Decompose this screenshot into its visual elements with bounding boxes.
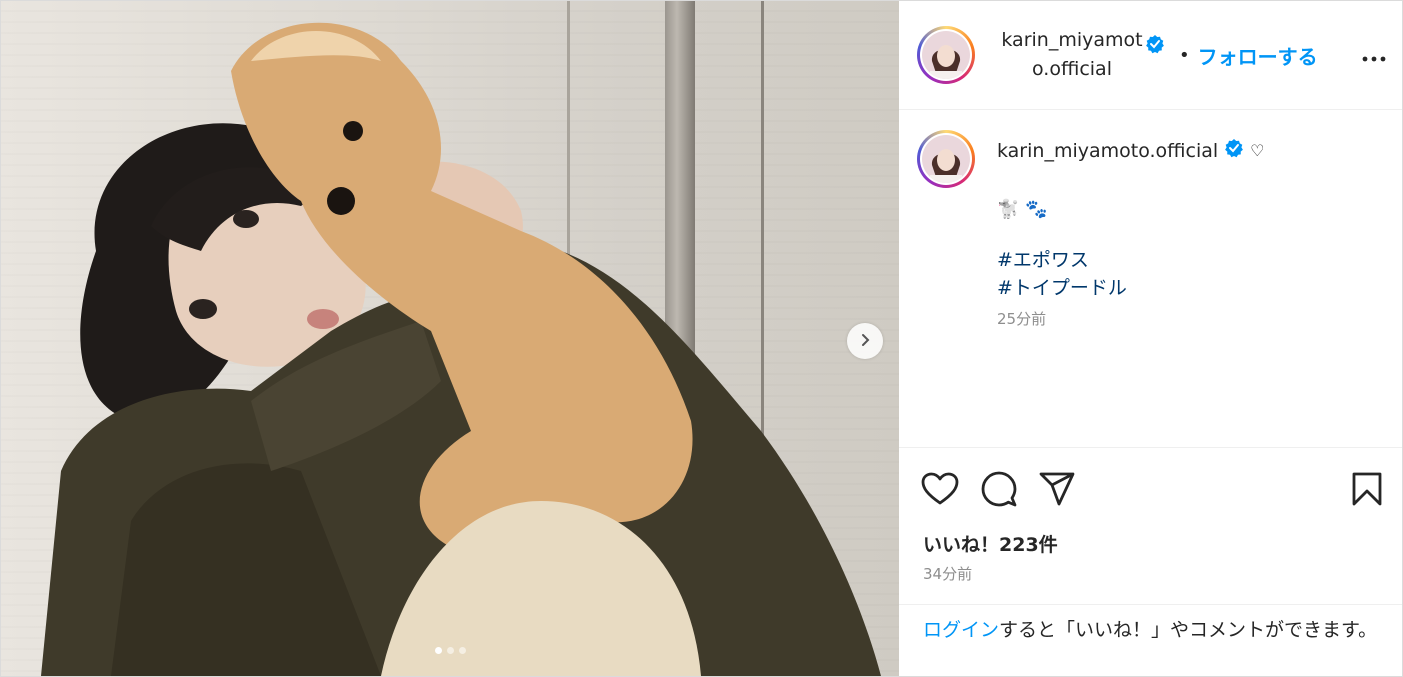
heart-icon[interactable] <box>921 472 959 506</box>
comment-icon[interactable] <box>981 471 1017 507</box>
follow-button[interactable]: フォローする <box>1198 41 1318 70</box>
share-icon[interactable] <box>1039 472 1075 506</box>
login-prompt-text: すると「いいね！」やコメントができます。 <box>999 619 1378 641</box>
avatar-border <box>920 29 972 81</box>
post-header: karin_miyamot o.official • フォローする <box>899 1 1402 110</box>
hashtag-link[interactable]: #トイプードル <box>997 274 1384 302</box>
bookmark-icon[interactable] <box>1352 472 1382 506</box>
header-separator: • <box>1179 44 1190 66</box>
caption-username[interactable]: karin_miyamoto.official <box>997 140 1218 162</box>
slide-indicator <box>1 647 899 654</box>
post-time: 34分前 <box>923 565 973 583</box>
chevron-right-icon <box>858 332 872 351</box>
instagram-post: karin_miyamot o.official • フォローする karin_… <box>0 0 1403 677</box>
action-bar <box>899 448 1402 530</box>
avatar-border <box>920 133 972 185</box>
lips-shape <box>307 309 339 329</box>
login-link[interactable]: ログイン <box>923 619 999 641</box>
post-photo[interactable] <box>1 1 899 676</box>
hashtag-link[interactable]: #エポワス <box>997 246 1384 274</box>
avatar[interactable] <box>917 26 975 84</box>
caption-heart: ♡ <box>1250 141 1265 160</box>
caption-row: karin_miyamoto.official ♡ <box>917 130 1384 188</box>
header-username[interactable]: karin_miyamot o.official <box>997 26 1147 84</box>
like-count[interactable]: いいね！223件 <box>899 530 1402 557</box>
more-icon[interactable] <box>1362 43 1386 68</box>
dog-eye-shape <box>343 121 363 141</box>
avatar-image <box>922 135 970 183</box>
avatar[interactable] <box>917 130 975 188</box>
eye-right-shape <box>189 299 217 319</box>
caption-area: karin_miyamoto.official ♡ 🐩 🐾 #エポワス #トイプ… <box>899 110 1402 448</box>
slide-dot[interactable] <box>458 647 466 654</box>
caption-emoji: 🐩 🐾 <box>997 199 1048 220</box>
eye-left-shape <box>233 210 259 228</box>
header-username-line2: o.official <box>1032 58 1112 80</box>
caption-time: 25分前 <box>997 310 1047 328</box>
next-slide-button[interactable] <box>847 323 883 359</box>
photo-illustration <box>41 22 881 676</box>
login-prompt: ログインすると「いいね！」やコメントができます。 <box>899 604 1402 676</box>
slide-dot[interactable] <box>446 647 454 654</box>
avatar-image <box>922 31 970 79</box>
verified-icon <box>1145 34 1165 58</box>
post-sidebar: karin_miyamot o.official • フォローする karin_… <box>899 1 1402 676</box>
dog-nose-shape <box>327 187 355 215</box>
caption-text: 🐩 🐾 #エポワス #トイプードル <box>997 196 1384 302</box>
caption-username-row: karin_miyamoto.official ♡ <box>997 138 1265 163</box>
verified-icon <box>1224 138 1244 163</box>
header-username-line1: karin_miyamot <box>1001 29 1143 51</box>
slide-dot[interactable] <box>434 647 442 654</box>
